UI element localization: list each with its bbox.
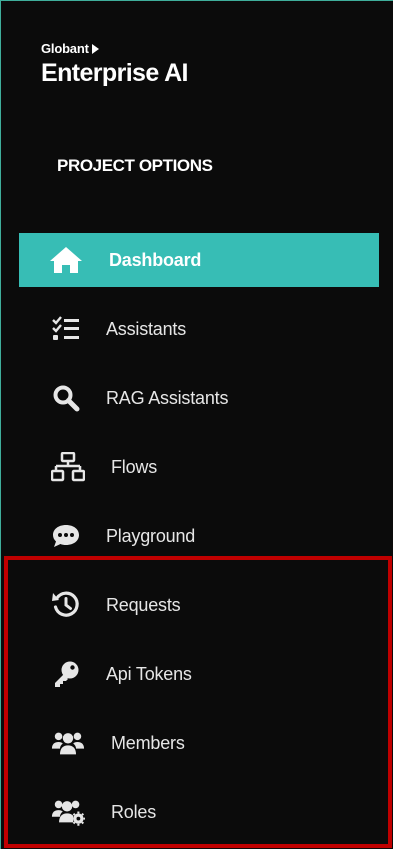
sidebar-item-label: Roles bbox=[111, 801, 157, 822]
sidebar-item-label: Dashboard bbox=[109, 249, 202, 270]
logo-arrow-icon bbox=[91, 43, 99, 54]
sidebar-item-playground[interactable]: Playground bbox=[19, 509, 379, 563]
users-icon bbox=[51, 728, 85, 758]
company-name: Globant bbox=[41, 41, 188, 56]
sidebar-item-label: RAG Assistants bbox=[106, 387, 229, 408]
sidebar-item-members[interactable]: Members bbox=[19, 716, 379, 770]
sitemap-icon bbox=[51, 452, 85, 482]
sidebar-item-dashboard[interactable]: Dashboard bbox=[19, 233, 379, 287]
sidebar-item-requests[interactable]: Requests bbox=[19, 578, 379, 632]
home-icon bbox=[49, 245, 83, 275]
sidebar-item-roles[interactable]: Roles bbox=[19, 785, 379, 839]
sidebar-item-label: Flows bbox=[111, 456, 158, 477]
product-name: Enterprise AI bbox=[41, 59, 188, 87]
sidebar-item-assistants[interactable]: Assistants bbox=[19, 302, 379, 356]
sidebar-item-label: Requests bbox=[106, 594, 181, 615]
chat-bubble-icon bbox=[49, 521, 83, 551]
sidebar-item-label: Playground bbox=[106, 525, 196, 546]
checklist-icon bbox=[49, 314, 83, 344]
sidebar-item-rag-assistants[interactable]: RAG Assistants bbox=[19, 371, 379, 425]
users-gear-icon bbox=[51, 797, 85, 827]
section-title: PROJECT OPTIONS bbox=[57, 156, 213, 175]
sidebar: Globant Enterprise AI PROJECT OPTIONS Da… bbox=[0, 0, 393, 849]
brand-logo[interactable]: Globant Enterprise AI bbox=[41, 41, 188, 88]
sidebar-item-label: Api Tokens bbox=[106, 663, 192, 684]
sidebar-item-label: Assistants bbox=[106, 318, 187, 339]
sidebar-item-api-tokens[interactable]: Api Tokens bbox=[19, 647, 379, 701]
search-icon bbox=[49, 383, 83, 413]
history-icon bbox=[49, 590, 83, 620]
sidebar-item-flows[interactable]: Flows bbox=[19, 440, 379, 494]
key-icon bbox=[49, 659, 83, 689]
sidebar-item-label: Members bbox=[111, 732, 185, 753]
